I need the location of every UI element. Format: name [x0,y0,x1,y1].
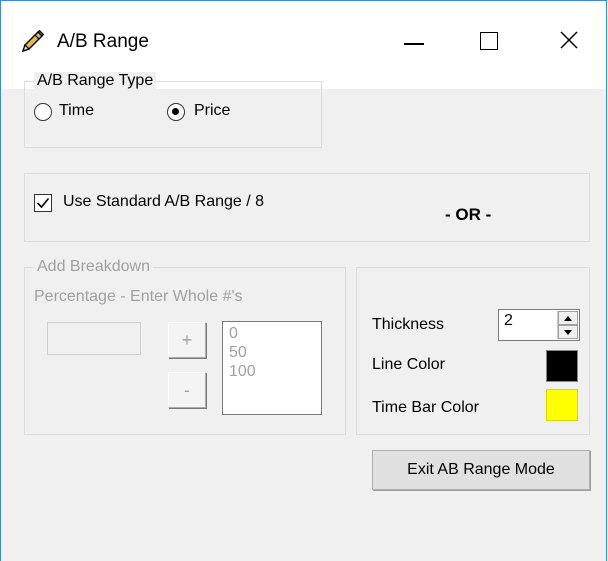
list-item[interactable]: 50 [229,343,315,362]
list-item[interactable]: 100 [229,362,315,381]
radio-price[interactable] [167,103,185,121]
chevron-up-icon [564,316,572,321]
minimize-icon [404,43,424,45]
radio-price-label[interactable]: Price [194,102,230,120]
list-item[interactable]: 0 [229,324,315,343]
use-standard-checkbox[interactable] [34,194,52,212]
breakdown-instruction: Percentage - Enter Whole #'s [34,288,243,305]
time-bar-color-label: Time Bar Color [372,399,479,416]
chevron-down-icon [564,330,572,335]
maximize-button[interactable] [466,23,512,63]
thickness-spinner [557,311,578,339]
close-button[interactable] [546,23,592,63]
minimize-button[interactable] [391,23,437,63]
checkmark-icon [36,197,50,209]
spin-up-button[interactable] [558,311,578,325]
thickness-stepper[interactable]: 2 [498,309,580,341]
ab-range-window: A/B Range A/B Range Type Time Price Use … [0,0,607,561]
range-type-legend: A/B Range Type [34,72,157,90]
percentage-input[interactable] [47,322,141,355]
breakdown-legend: Add Breakdown [34,258,153,276]
window-title: A/B Range [57,31,149,52]
use-standard-label[interactable]: Use Standard A/B Range / 8 [63,193,264,211]
breakdown-list[interactable]: 0 50 100 [222,321,322,415]
radio-time-label[interactable]: Time [59,102,94,120]
radio-selected-dot [172,108,179,115]
thickness-value[interactable]: 2 [504,312,513,330]
radio-time[interactable] [34,103,52,121]
line-color-swatch[interactable] [546,350,578,382]
add-breakdown-button[interactable]: + [168,322,206,358]
pencil-icon [21,29,45,53]
line-color-label: Line Color [372,356,445,373]
time-bar-color-swatch[interactable] [546,389,578,421]
close-icon [560,31,578,49]
or-label: - OR - [445,205,492,224]
thickness-label: Thickness [372,316,445,333]
maximize-icon [480,32,498,50]
exit-ab-range-button[interactable]: Exit AB Range Mode [372,450,590,490]
remove-breakdown-button[interactable]: - [168,372,206,408]
spin-down-button[interactable] [558,325,578,339]
